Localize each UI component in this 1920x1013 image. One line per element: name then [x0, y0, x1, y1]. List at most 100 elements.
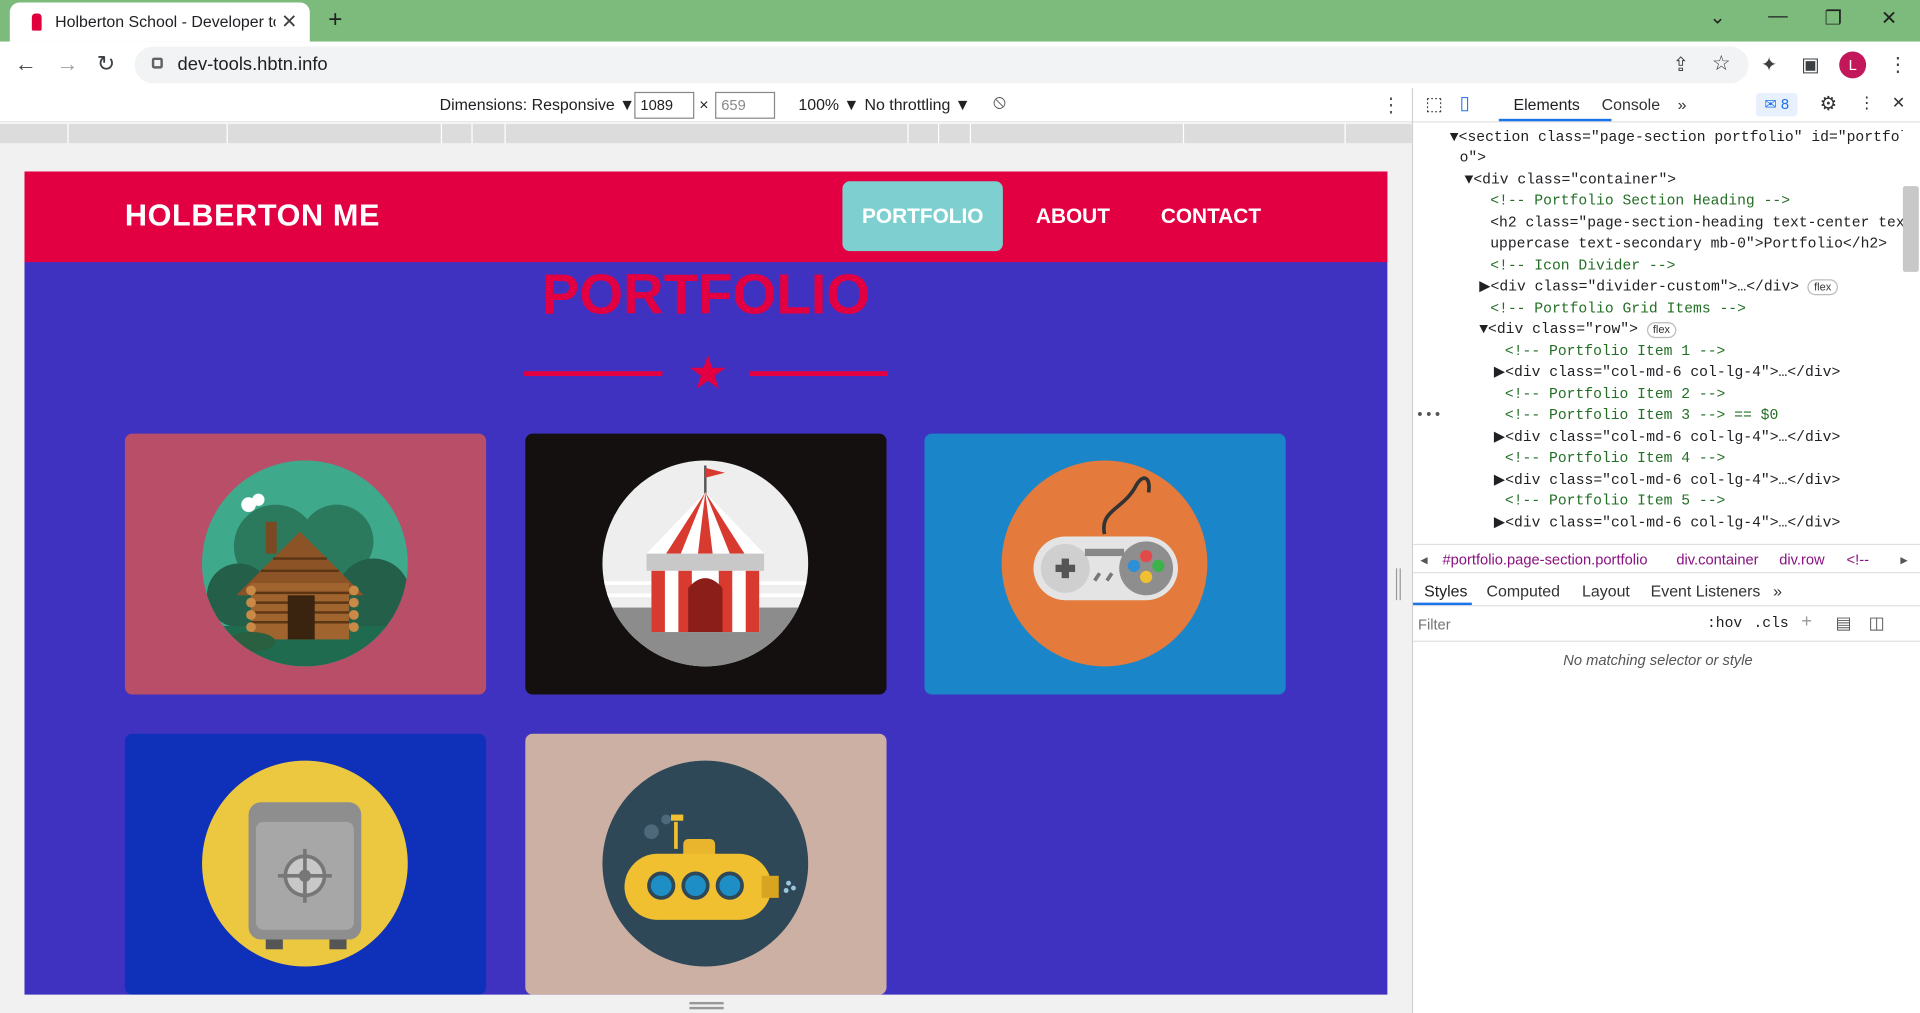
- more-tabs-icon[interactable]: »: [1678, 96, 1687, 114]
- close-window-icon[interactable]: ✕: [1881, 6, 1897, 30]
- tab-computed[interactable]: Computed: [1487, 582, 1560, 600]
- flex-badge[interactable]: flex: [1807, 279, 1838, 296]
- devtools-menu-icon[interactable]: ⋮: [1859, 93, 1875, 113]
- cabin-icon: [202, 460, 408, 667]
- dimensions-dropdown[interactable]: Dimensions: Responsive ▼: [440, 96, 635, 114]
- dom-comment[interactable]: <!-- Icon Divider -->: [1490, 256, 1675, 278]
- site-brand[interactable]: HOLBERTON ME: [125, 198, 380, 234]
- menu-kebab-icon[interactable]: ⋮: [1888, 53, 1908, 77]
- device-toolbar-menu-icon[interactable]: ⋮: [1381, 93, 1401, 117]
- address-bar[interactable]: dev-tools.hbtn.info ⇪ ☆: [134, 46, 1749, 84]
- active-tab-indicator: [1498, 118, 1612, 122]
- flex-badge[interactable]: flex: [1646, 322, 1677, 339]
- url-text[interactable]: dev-tools.hbtn.info: [178, 54, 328, 75]
- tab-search-icon[interactable]: ⌄: [1709, 5, 1725, 29]
- new-tab-button[interactable]: +: [328, 6, 342, 34]
- dom-comment[interactable]: <!-- Portfolio Item 1 -->: [1505, 342, 1725, 364]
- breadcrumb: ◂ #portfolio.page-section.portfolio div.…: [1413, 543, 1920, 574]
- tab-event-listeners[interactable]: Event Listeners: [1651, 582, 1761, 600]
- inspect-element-icon[interactable]: ⬚: [1425, 93, 1442, 115]
- star-icon: ★: [686, 347, 729, 400]
- circus-tent-icon: [602, 460, 809, 667]
- browser-tab[interactable]: Holberton School - Developer to ✕: [9, 2, 310, 42]
- sidebar-toggle-icon[interactable]: ◫: [1869, 612, 1885, 633]
- forward-icon[interactable]: →: [56, 51, 78, 77]
- tab-layout[interactable]: Layout: [1582, 582, 1630, 600]
- portfolio-item-game[interactable]: [924, 433, 1286, 695]
- resize-handle-bottom[interactable]: [689, 1001, 724, 1010]
- zoom-dropdown[interactable]: 100% ▼: [798, 96, 859, 114]
- holberton-favicon-icon: [31, 13, 42, 31]
- dom-comment[interactable]: <!-- Portfolio Section Heading -->: [1490, 191, 1790, 213]
- tab-close-icon[interactable]: ✕: [281, 10, 297, 34]
- cls-toggle[interactable]: .cls: [1753, 615, 1788, 632]
- crumb-container[interactable]: div.container: [1676, 551, 1758, 568]
- rotate-icon[interactable]: ⦸: [993, 92, 1006, 114]
- dom-node[interactable]: ▶<div class="col-md-6 col-lg-4">…</div>: [1494, 427, 1840, 449]
- styles-filter-input[interactable]: [1417, 611, 1694, 639]
- nav-contact-link[interactable]: CONTACT: [1141, 181, 1280, 251]
- crumb-right-icon[interactable]: ▸: [1900, 551, 1907, 568]
- dom-node[interactable]: uppercase text-secondary mb-0">Portfolio…: [1490, 234, 1887, 256]
- dom-node[interactable]: ▶<div class="divider-custom">…</div> fle…: [1479, 277, 1838, 299]
- throttling-dropdown[interactable]: No throttling ▼: [864, 96, 970, 114]
- side-panel-icon[interactable]: ▣: [1801, 53, 1820, 77]
- crumb-left-icon[interactable]: ◂: [1420, 551, 1427, 568]
- issues-badge[interactable]: ✉ 8: [1755, 93, 1798, 117]
- dom-node[interactable]: ▼<div class="row"> flex: [1479, 320, 1677, 342]
- dom-node[interactable]: <h2 class="page-section-heading text-cen…: [1490, 213, 1903, 235]
- dom-node-text: ▼<div class="row">: [1479, 320, 1638, 339]
- dom-node[interactable]: ▼<section class="page-section portfolio"…: [1450, 127, 1903, 149]
- game-controller-icon: [1001, 460, 1208, 667]
- crumb-section[interactable]: #portfolio.page-section.portfolio: [1442, 551, 1647, 568]
- divider-line-left: [524, 371, 663, 377]
- bookmark-star-icon[interactable]: ☆: [1712, 51, 1731, 75]
- settings-gear-icon[interactable]: ⚙: [1820, 92, 1838, 116]
- no-match-message: No matching selector or style: [1563, 651, 1753, 669]
- paint-roller-icon[interactable]: ▤: [1836, 612, 1852, 633]
- portfolio-item-submarine[interactable]: [525, 733, 887, 995]
- tab-styles[interactable]: Styles: [1424, 582, 1467, 600]
- maximize-icon[interactable]: ❐: [1825, 6, 1843, 30]
- profile-avatar[interactable]: L: [1839, 51, 1867, 79]
- crumb-row[interactable]: div.row: [1779, 551, 1824, 568]
- dom-comment[interactable]: <!-- Portfolio Grid Items -->: [1490, 299, 1746, 321]
- back-icon[interactable]: ←: [15, 51, 37, 77]
- share-icon[interactable]: ⇪: [1673, 53, 1689, 77]
- dom-node[interactable]: o">: [1460, 148, 1486, 170]
- more-style-tabs-icon[interactable]: »: [1773, 582, 1782, 600]
- tab-console[interactable]: Console: [1602, 96, 1660, 114]
- portfolio-item-safe[interactable]: [124, 733, 487, 995]
- device-toggle-icon[interactable]: ▯: [1460, 92, 1470, 114]
- media-query-ruler[interactable]: [0, 123, 1412, 144]
- tab-title: Holberton School - Developer to: [55, 12, 276, 31]
- row-options-icon[interactable]: •••: [1416, 405, 1442, 427]
- dom-scrollbar[interactable]: [1902, 186, 1919, 272]
- close-devtools-icon[interactable]: ✕: [1892, 93, 1905, 113]
- hov-toggle[interactable]: :hov: [1707, 615, 1742, 632]
- dom-node[interactable]: ▼<div class="container">: [1465, 170, 1677, 192]
- new-rule-icon[interactable]: +: [1801, 611, 1812, 632]
- extensions-icon[interactable]: ✦: [1761, 53, 1777, 77]
- reload-icon[interactable]: ↻: [97, 51, 115, 77]
- browser-toolbar: ← → ↻ dev-tools.hbtn.info ⇪ ☆ ✦ ▣ L ⋮: [0, 41, 1920, 89]
- resize-handle-right[interactable]: [1395, 568, 1401, 601]
- tab-elements[interactable]: Elements: [1513, 96, 1579, 114]
- width-input[interactable]: 1089: [634, 91, 695, 119]
- dom-comment: <!-- Portfolio Item 3 --> == $0: [1504, 406, 1779, 424]
- dom-comment[interactable]: <!-- Portfolio Item 4 -->: [1505, 448, 1725, 470]
- dom-node[interactable]: ▶<div class="col-md-6 col-lg-4">…</div>: [1494, 470, 1840, 492]
- dom-comment[interactable]: <!-- Portfolio Item 5 -->: [1505, 491, 1725, 513]
- styles-tab-indicator: [1413, 602, 1472, 606]
- minimize-icon[interactable]: —: [1768, 6, 1788, 28]
- dom-comment[interactable]: <!-- Portfolio Item 2 -->: [1505, 385, 1725, 407]
- dom-node[interactable]: ▶<div class="col-md-6 col-lg-4">…</div>: [1494, 513, 1840, 535]
- nav-about-link[interactable]: ABOUT: [1016, 181, 1129, 251]
- dom-node[interactable]: ▶<div class="col-md-6 col-lg-4">…</div>: [1494, 363, 1840, 385]
- styles-filter-bar: :hov .cls + ▤ ◫: [1413, 608, 1920, 642]
- nav-portfolio-link[interactable]: PORTFOLIO: [842, 181, 1004, 252]
- crumb-comment[interactable]: <!--: [1847, 551, 1869, 568]
- height-input[interactable]: 659: [715, 91, 776, 119]
- portfolio-item-cabin[interactable]: [124, 433, 487, 695]
- portfolio-item-circus[interactable]: [525, 433, 887, 695]
